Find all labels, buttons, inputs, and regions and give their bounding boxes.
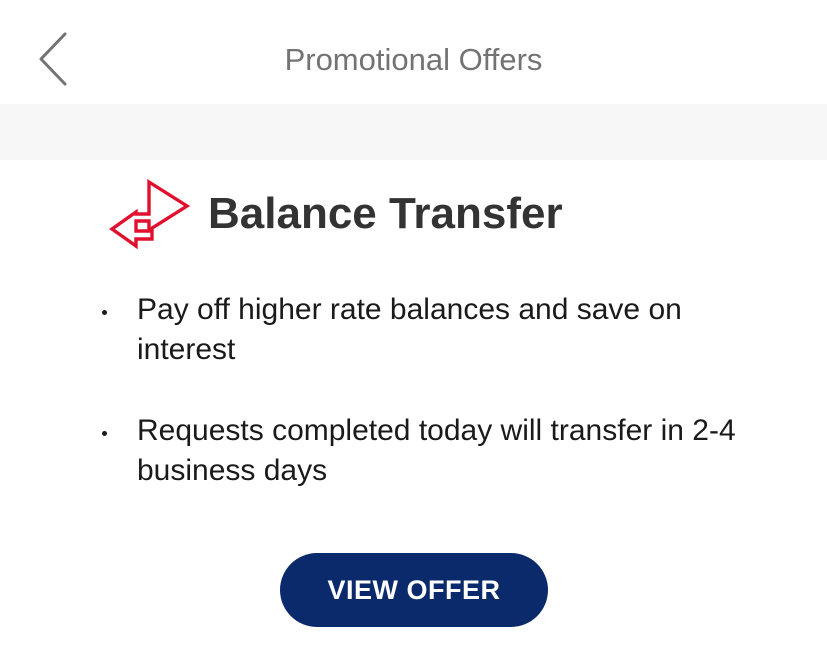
view-offer-button[interactable]: VIEW OFFER — [280, 553, 548, 627]
bullet-icon — [102, 310, 107, 315]
page-title: Promotional Offers — [284, 42, 543, 77]
benefit-text: Requests completed today will transfer i… — [137, 414, 736, 487]
section-divider — [0, 104, 827, 160]
offer-benefits-list: Pay off higher rate balances and save on… — [98, 290, 748, 532]
offer-header: Balance Transfer — [108, 178, 563, 250]
benefit-text: Pay off higher rate balances and save on… — [137, 293, 682, 366]
list-item: Pay off higher rate balances and save on… — [98, 290, 748, 370]
list-item: Requests completed today will transfer i… — [98, 411, 748, 491]
navigation-bar: Promotional Offers — [0, 0, 827, 104]
bullet-icon — [102, 431, 107, 436]
offer-title: Balance Transfer — [208, 189, 563, 238]
promotional-offers-screen: Promotional Offers Balance Transfer Pay … — [0, 0, 827, 666]
transfer-arrows-icon — [109, 179, 191, 249]
